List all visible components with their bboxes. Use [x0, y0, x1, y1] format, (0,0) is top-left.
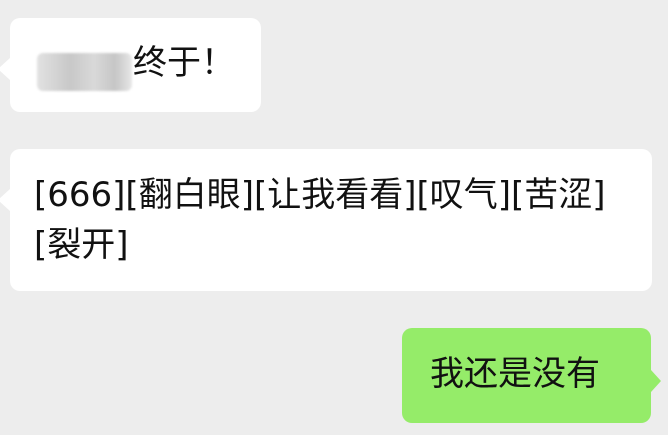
incoming-message-bubble[interactable]: [666][翻白眼][让我看看][叹气][苦涩][裂开] [0, 149, 652, 291]
message-text: 终于！ [133, 43, 235, 83]
message-text: [666][翻白眼][让我看看][叹气][苦涩][裂开] [34, 175, 606, 265]
blurred-name [37, 53, 132, 91]
incoming-message-bubble[interactable]: 终于！ [0, 18, 261, 112]
message-text: 我还是没有 [430, 354, 600, 394]
outgoing-message-bubble[interactable]: 我还是没有 [402, 328, 661, 423]
chat-conversation: 终于！ [666][翻白眼][让我看看][叹气][苦涩][裂开] 我还是没有 [0, 0, 668, 435]
